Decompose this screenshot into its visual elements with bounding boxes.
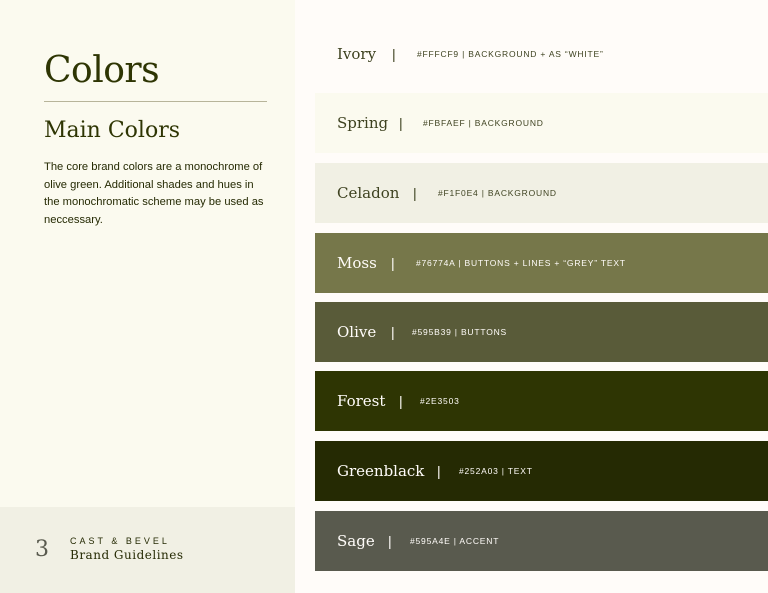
swatch-name: Sage <box>337 532 375 550</box>
swatch-name: Olive <box>337 323 377 341</box>
swatch-description: #76774A | BUTTONS + LINES + “GREY” TEXT <box>416 258 626 268</box>
swatch-greenblack: Greenblack | #252A03 | TEXT <box>315 441 768 501</box>
section-description: The core brand colors are a monochrome o… <box>44 161 264 226</box>
swatch-separator: | <box>399 115 403 131</box>
swatch-separator: | <box>399 393 403 409</box>
page-footer: 3 CAST & BEVEL Brand Guidelines <box>0 507 295 593</box>
swatch-name: Greenblack <box>337 462 425 480</box>
swatch-name: Celadon <box>337 184 400 202</box>
swatch-forest: Forest | #2E3503 <box>315 371 768 431</box>
swatch-separator: | <box>437 463 441 479</box>
swatch-olive: Olive | #595B39 | BUTTONS <box>315 302 768 362</box>
swatch-moss: Moss | #76774A | BUTTONS + LINES + “GREY… <box>315 233 768 293</box>
left-panel: Colors Main Colors The core brand colors… <box>0 0 295 593</box>
section-title: Main Colors <box>44 118 181 143</box>
swatch-name: Spring <box>337 114 389 132</box>
page-number: 3 <box>35 537 49 562</box>
swatch-separator: | <box>413 185 417 201</box>
page-title: Colors <box>44 50 160 91</box>
brand-subtitle: Brand Guidelines <box>70 548 184 562</box>
swatch-description: #F1F0E4 | BACKGROUND <box>438 188 557 198</box>
swatch-name: Moss <box>337 254 377 272</box>
swatch-celadon: Celadon | #F1F0E4 | BACKGROUND <box>315 163 768 223</box>
swatch-sage: Sage | #595A4E | ACCENT <box>315 511 768 571</box>
swatch-separator: | <box>391 324 395 340</box>
swatch-description: #FFFCF9 | BACKGROUND + AS “WHITE” <box>417 49 604 59</box>
swatch-description: #2E3503 <box>420 396 460 406</box>
swatch-spring: Spring | #FBFAEF | BACKGROUND <box>315 93 768 153</box>
swatch-description: #595B39 | BUTTONS <box>412 327 508 337</box>
swatch-separator: | <box>391 255 395 271</box>
swatch-description: #252A03 | TEXT <box>459 466 533 476</box>
title-divider <box>44 101 267 102</box>
swatch-separator: | <box>392 46 396 62</box>
swatch-name: Forest <box>337 392 386 410</box>
swatch-description: #595A4E | ACCENT <box>410 536 500 546</box>
swatch-description: #FBFAEF | BACKGROUND <box>423 118 544 128</box>
swatch-ivory: Ivory | #FFFCF9 | BACKGROUND + AS “WHITE… <box>315 24 768 84</box>
swatch-separator: | <box>388 533 392 549</box>
swatch-name: Ivory <box>337 45 377 63</box>
brand-name: CAST & BEVEL <box>70 536 170 546</box>
